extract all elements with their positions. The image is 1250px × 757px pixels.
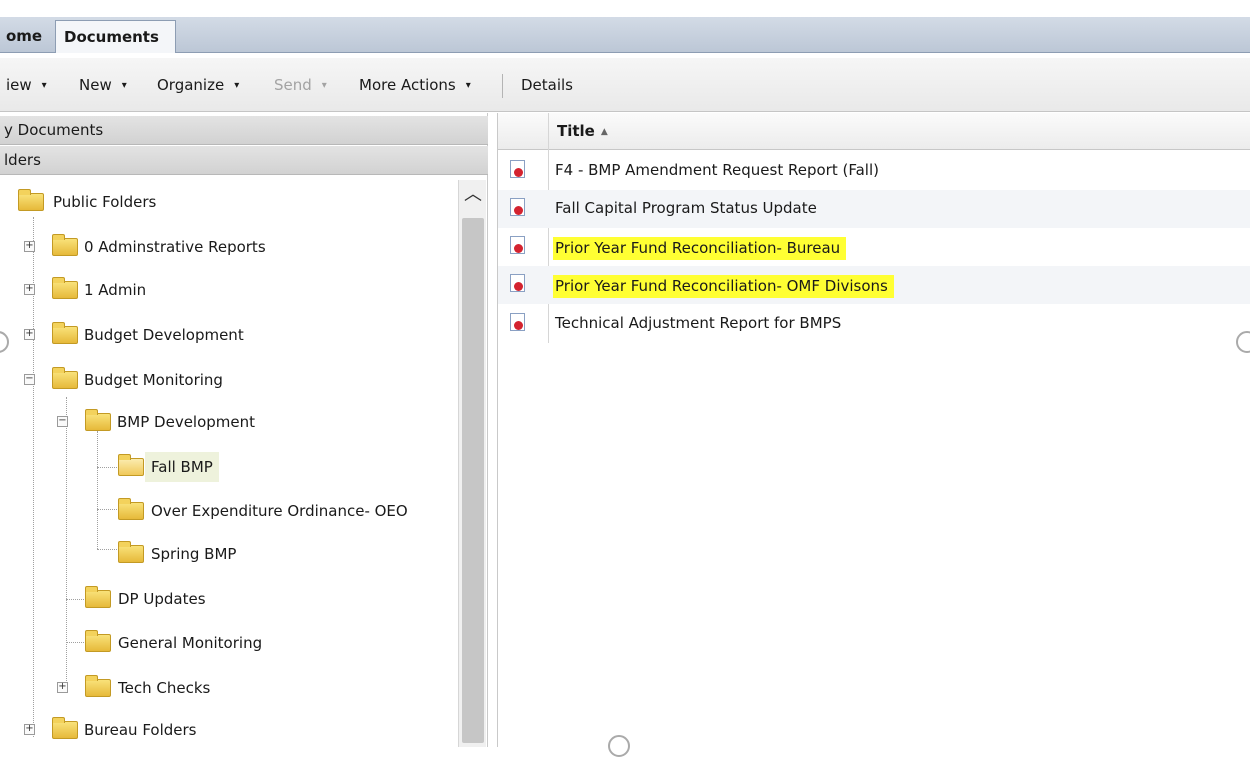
tree-item-label: Budget Monitoring <box>84 371 223 389</box>
column-header: Title ▲ <box>498 113 1250 150</box>
tab-home[interactable]: ome <box>0 20 53 53</box>
tree-item-label: Public Folders <box>53 193 157 211</box>
toolbar-divider <box>502 74 503 98</box>
view-menu-button[interactable]: iew ▾ <box>6 76 47 94</box>
tree-item-label: Tech Checks <box>118 679 211 697</box>
tree-item-label: DP Updates <box>118 590 206 608</box>
more-actions-menu-button[interactable]: More Actions ▾ <box>359 76 471 94</box>
folder-icon <box>85 409 111 431</box>
scroll-up-icon[interactable]: ︿ <box>459 180 487 210</box>
title-column-label: Title <box>557 122 595 140</box>
document-row[interactable]: Prior Year Fund Reconciliation- Bureau <box>498 228 1250 266</box>
tree-item-fall-bmp[interactable]: Fall BMP <box>0 452 440 482</box>
new-menu-label: New <box>79 76 112 94</box>
tab-bar: ome Documents <box>0 17 1250 53</box>
toolbar: iew ▾ New ▾ Organize ▾ Send ▾ More Actions ▾ … <box>0 58 1250 112</box>
left-navigation-panel: y Documents lders Public Folders + 0 Adm… <box>0 113 488 747</box>
tree-item-budget-development[interactable]: + Budget Development <box>0 320 440 350</box>
scrollbar-thumb[interactable] <box>462 218 484 743</box>
title-column-header[interactable]: Title ▲ <box>557 122 608 140</box>
tree-item-adminstrative-reports[interactable]: + 0 Adminstrative Reports <box>0 232 440 262</box>
my-documents-header[interactable]: y Documents <box>0 116 488 145</box>
more-actions-menu-label: More Actions <box>359 76 456 94</box>
tab-documents[interactable]: Documents <box>55 20 176 53</box>
tree-item-admin[interactable]: + 1 Admin <box>0 275 440 305</box>
folder-icon <box>85 675 111 697</box>
send-menu-label: Send <box>274 76 312 94</box>
expand-icon[interactable]: + <box>24 329 35 340</box>
document-title[interactable]: F4 - BMP Amendment Request Report (Fall) <box>555 161 879 179</box>
organize-menu-label: Organize <box>157 76 225 94</box>
tree-item-general-monitoring[interactable]: General Monitoring <box>0 628 440 658</box>
document-title[interactable]: Prior Year Fund Reconciliation- OMF Divi… <box>553 275 894 298</box>
document-row[interactable]: Prior Year Fund Reconciliation- OMF Divi… <box>498 266 1250 304</box>
folder-icon <box>52 367 78 389</box>
organize-menu-button[interactable]: Organize ▾ <box>157 76 239 94</box>
tree-item-dp-updates[interactable]: DP Updates <box>0 584 440 614</box>
view-menu-label: iew <box>6 76 32 94</box>
report-icon <box>510 274 525 292</box>
report-icon <box>510 313 525 331</box>
send-menu-button[interactable]: Send ▾ <box>274 76 327 94</box>
folder-icon <box>52 277 78 299</box>
tree-item-budget-monitoring[interactable]: − Budget Monitoring <box>0 365 440 395</box>
tree-item-label: Over Expenditure Ordinance- OEO <box>151 502 408 520</box>
new-menu-button[interactable]: New ▾ <box>79 76 127 94</box>
chevron-down-icon: ▾ <box>41 80 47 91</box>
sort-ascending-icon: ▲ <box>600 127 608 137</box>
folder-icon <box>85 630 111 652</box>
chevron-down-icon: ▾ <box>465 80 471 91</box>
tree-item-tech-checks[interactable]: + Tech Checks <box>0 673 440 703</box>
tree-item-label: Bureau Folders <box>84 721 197 739</box>
resize-handle-bottom[interactable] <box>608 735 630 757</box>
tree-item-bmp-development[interactable]: − BMP Development <box>0 407 440 437</box>
tree-item-label: Budget Development <box>84 326 244 344</box>
chevron-down-icon: ▾ <box>321 80 327 91</box>
folder-icon <box>18 189 44 211</box>
tree-scrollbar[interactable]: ︿ <box>458 180 486 747</box>
folder-icon <box>52 234 78 256</box>
document-list-panel: Title ▲ F4 - BMP Amendment Request Report… <box>497 113 1250 747</box>
folder-open-icon <box>118 454 144 476</box>
document-row[interactable]: Technical Adjustment Report for BMPS <box>498 305 1250 343</box>
folder-icon <box>85 586 111 608</box>
document-title[interactable]: Fall Capital Program Status Update <box>555 199 817 217</box>
expand-icon[interactable]: + <box>24 284 35 295</box>
chevron-down-icon: ▾ <box>121 80 127 91</box>
tree-item-spring-bmp[interactable]: Spring BMP <box>0 539 440 569</box>
folders-header[interactable]: lders <box>0 146 488 175</box>
document-title[interactable]: Technical Adjustment Report for BMPS <box>555 314 841 332</box>
tree-item-over-expenditure[interactable]: Over Expenditure Ordinance- OEO <box>0 496 440 526</box>
tree-connector <box>97 431 98 549</box>
folder-icon <box>52 717 78 739</box>
document-row[interactable]: Fall Capital Program Status Update <box>498 190 1250 228</box>
chevron-down-icon: ▾ <box>234 80 240 91</box>
report-icon <box>510 198 525 216</box>
expand-icon[interactable]: + <box>24 241 35 252</box>
tree-item-label: 1 Admin <box>84 281 147 299</box>
tree-item-bureau-folders[interactable]: + Bureau Folders <box>0 715 440 745</box>
folder-icon <box>118 541 144 563</box>
collapse-icon[interactable]: − <box>57 416 68 427</box>
tree-item-public-folders[interactable]: Public Folders <box>0 187 440 217</box>
folder-icon <box>118 498 144 520</box>
details-button[interactable]: Details <box>521 76 573 94</box>
tree-item-label: 0 Adminstrative Reports <box>84 238 266 256</box>
tree-item-label: BMP Development <box>117 413 256 431</box>
folder-icon <box>52 322 78 344</box>
report-icon <box>510 236 525 254</box>
document-row[interactable]: F4 - BMP Amendment Request Report (Fall) <box>498 152 1250 190</box>
expand-icon[interactable]: + <box>57 682 68 693</box>
report-icon <box>510 160 525 178</box>
tree-item-label: Spring BMP <box>151 545 237 563</box>
collapse-icon[interactable]: − <box>24 374 35 385</box>
tree-item-label: General Monitoring <box>118 634 263 652</box>
expand-icon[interactable]: + <box>24 724 35 735</box>
document-title[interactable]: Prior Year Fund Reconciliation- Bureau <box>553 237 847 260</box>
tree-item-label: Fall BMP <box>145 452 219 482</box>
